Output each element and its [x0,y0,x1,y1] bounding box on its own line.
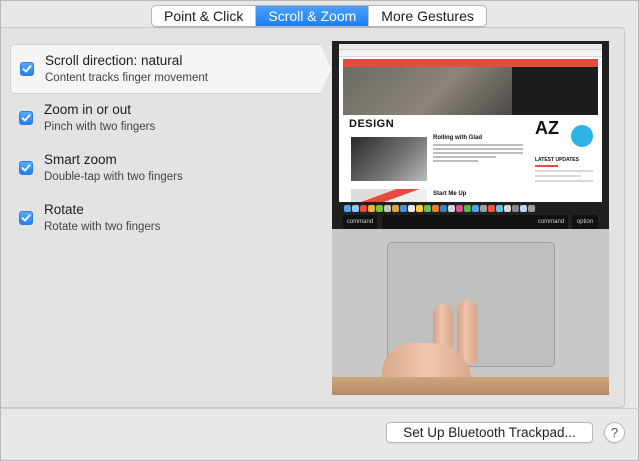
article-thumbnail [351,137,427,181]
option-title: Scroll direction: natural [45,53,183,68]
option-title: Smart zoom [44,152,117,167]
second-article-thumbnail [351,189,427,202]
checkmark-icon [21,214,31,222]
browser-url-bar [339,50,602,57]
option-scroll-direction[interactable]: Scroll direction: natural Content tracks… [10,44,333,94]
rotate-checkbox[interactable] [19,211,33,225]
option-key: option [572,215,598,229]
article-text-lines [433,144,523,164]
set-up-bluetooth-trackpad-button[interactable]: Set Up Bluetooth Trackpad... [386,422,593,443]
scroll-direction-checkbox[interactable] [20,62,34,76]
keyboard-row: command command option [332,215,609,229]
article-title: Rolling with Glad [433,135,482,141]
site-nav-bar [343,59,598,67]
option-rotate[interactable]: Rotate Rotate with two fingers [10,194,320,244]
smart-zoom-checkbox[interactable] [19,161,33,175]
hero-sidebar [512,67,598,115]
checkmark-icon [21,164,31,172]
tab-point-and-click[interactable]: Point & Click [152,6,257,26]
footer-divider [0,408,639,409]
option-description: Double-tap with two fingers [44,171,183,183]
option-description: Pinch with two fingers [44,121,156,133]
selection-arrow [320,44,332,94]
hero-image [343,67,598,115]
option-smart-zoom[interactable]: Smart zoom Double-tap with two fingers [10,144,320,194]
option-zoom[interactable]: Zoom in or out Pinch with two fingers [10,94,320,144]
option-description: Rotate with two fingers [44,221,161,233]
gesture-options-list: Scroll direction: natural Content tracks… [10,44,333,244]
option-title: Zoom in or out [44,102,132,117]
option-description: Content tracks finger movement [45,72,208,84]
dock [342,202,599,214]
zoom-checkbox[interactable] [19,111,33,125]
option-title: Rotate [44,202,84,217]
space-bar [382,215,552,229]
laptop-illustration: DESIGN Rolling with Glad AZ LATEST UPDAT… [332,41,609,229]
awards-badge: AZ [535,119,593,153]
tab-scroll-and-zoom[interactable]: Scroll & Zoom [256,6,370,26]
command-key: command [343,215,377,229]
checkmark-icon [21,114,31,122]
latest-updates-lines [535,165,593,185]
tab-bar: Point & Click Scroll & Zoom More Gesture… [151,5,487,27]
site-section-heading: DESIGN [349,118,395,130]
command-key-right: command [534,215,568,229]
latest-updates-heading: LATEST UPDATES [535,157,579,163]
gesture-preview-image: DESIGN Rolling with Glad AZ LATEST UPDAT… [332,41,609,395]
awards-circle [571,125,593,147]
help-button[interactable]: ? [604,422,625,443]
second-article-title: Start Me Up [433,191,467,197]
table-surface [332,377,609,395]
checkmark-icon [22,65,32,73]
tab-more-gestures[interactable]: More Gestures [369,6,486,26]
laptop-screen: DESIGN Rolling with Glad AZ LATEST UPDAT… [339,44,602,202]
